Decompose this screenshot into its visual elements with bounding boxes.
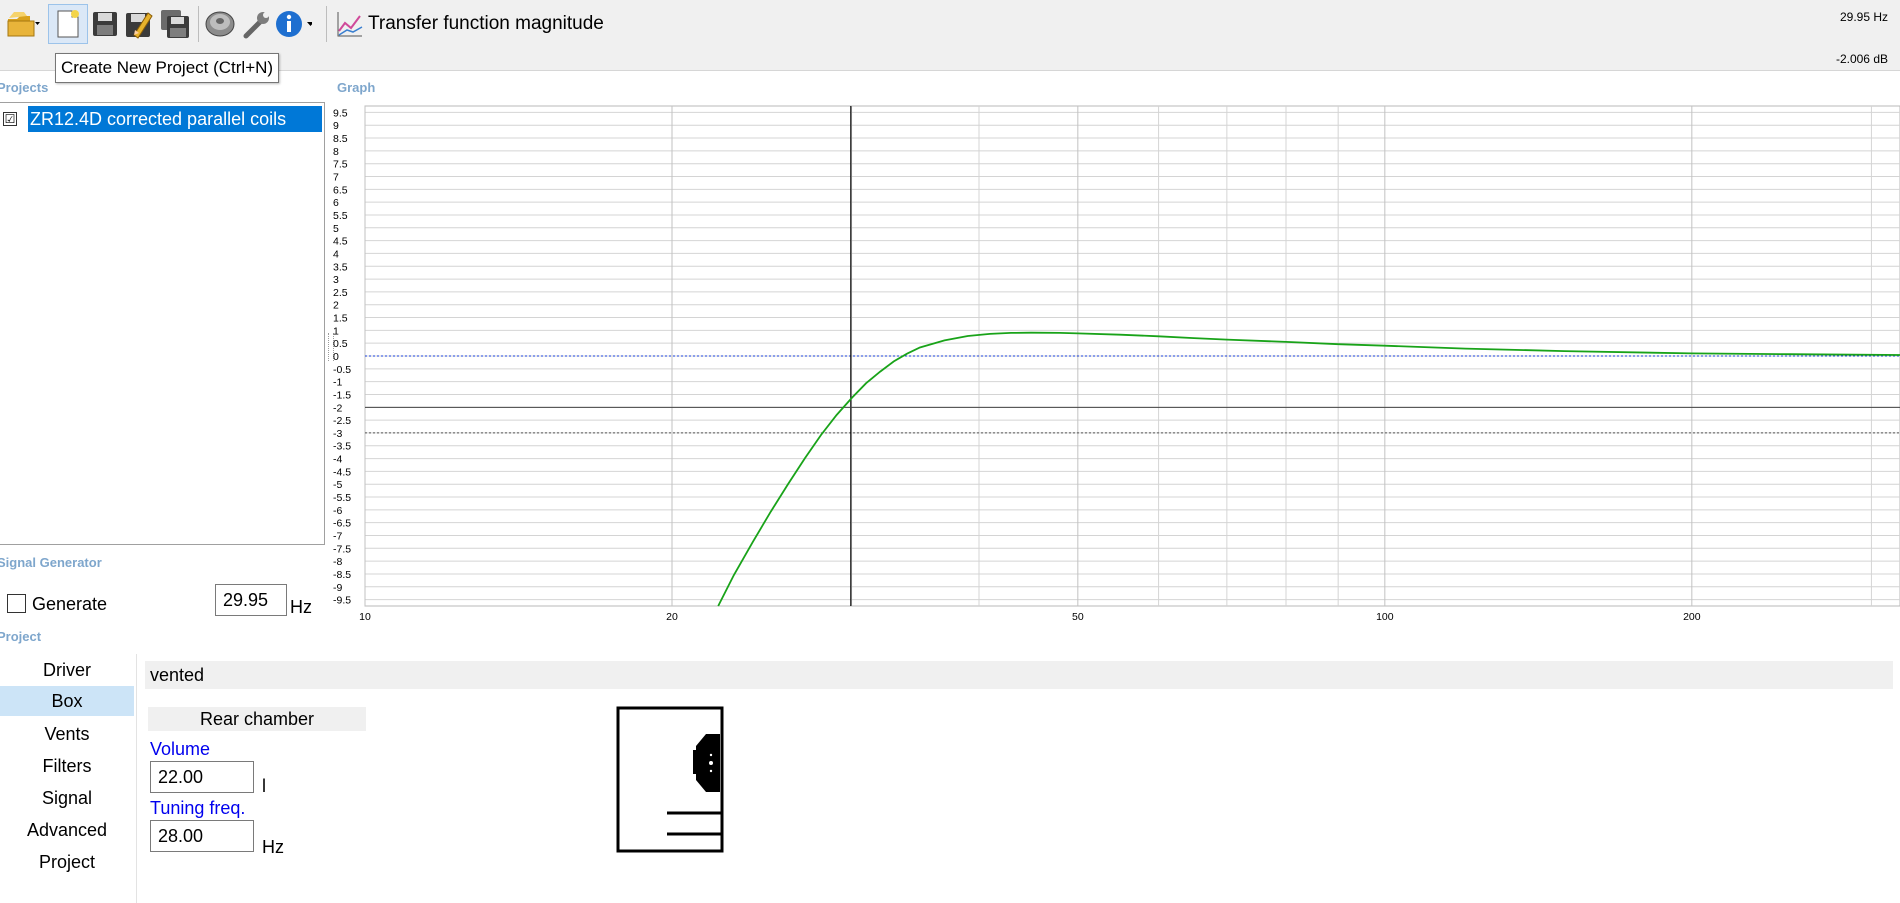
y-tick-label: 4 — [333, 248, 339, 260]
y-tick-label: 9 — [333, 120, 339, 132]
new-project-icon — [57, 10, 79, 38]
graph-chart-icon — [337, 12, 363, 37]
project-section-label: Project — [0, 629, 42, 644]
save-all-button[interactable] — [157, 5, 195, 43]
y-tick-label: -6 — [333, 505, 342, 517]
info-icon — [276, 11, 312, 37]
y-tick-label: 6.5 — [333, 184, 348, 196]
save-button[interactable] — [86, 5, 124, 43]
toolbar: Transfer function magnitude 29.95 Hz -2.… — [0, 0, 1900, 71]
project-list-item[interactable]: ZR12.4D corrected parallel coils — [28, 106, 322, 132]
y-tick-label: -9.5 — [333, 595, 351, 607]
y-tick-label: -9 — [333, 582, 342, 594]
y-tick-label: -8 — [333, 556, 342, 568]
tuning-frequency-label[interactable]: Tuning freq. — [150, 798, 245, 819]
y-tick-label: 4.5 — [333, 236, 348, 248]
y-tick-label: -7.5 — [333, 543, 351, 555]
save-as-icon — [126, 12, 153, 39]
volume-unit: l — [262, 776, 266, 796]
tuning-frequency-unit: Hz — [262, 837, 284, 857]
rear-chamber-header: Rear chamber — [148, 707, 366, 731]
view-title: Transfer function magnitude — [368, 13, 604, 34]
new-project-button[interactable] — [48, 4, 88, 44]
x-tick-label: 50 — [1072, 611, 1084, 623]
nav-project[interactable]: Project — [0, 847, 134, 877]
y-tick-label: 8 — [333, 146, 339, 158]
y-tick-label: -5 — [333, 479, 342, 491]
y-tick-label: 0 — [333, 351, 339, 363]
y-tick-label: 1 — [333, 325, 339, 337]
open-folder-icon — [7, 12, 40, 37]
y-tick-label: 5 — [333, 223, 339, 235]
y-tick-label: 5.5 — [333, 210, 348, 222]
y-tick-label: 2 — [333, 300, 339, 312]
y-tick-label: 0.5 — [333, 338, 348, 350]
settings-button[interactable] — [238, 5, 276, 43]
volume-input[interactable]: 22.00 — [150, 761, 254, 793]
transfer-function-chart[interactable]: 9.598.587.576.565.554.543.532.521.510.50… — [330, 98, 1900, 630]
nav-divider — [136, 654, 137, 903]
x-tick-label: 20 — [666, 611, 678, 623]
y-tick-label: 9.5 — [333, 107, 348, 119]
driver-button[interactable] — [201, 5, 239, 43]
y-tick-label: -1.5 — [333, 389, 351, 401]
y-tick-label: -4.5 — [333, 466, 351, 478]
cursor-frequency-readout: 29.95 Hz — [1839, 10, 1888, 24]
volume-label[interactable]: Volume — [150, 739, 210, 760]
y-tick-label: 7 — [333, 172, 339, 184]
nav-box[interactable]: Box — [0, 686, 134, 716]
settings-wrench-icon — [243, 12, 269, 39]
y-tick-label: -3 — [333, 428, 342, 440]
save-all-icon — [161, 10, 189, 38]
y-tick-label: 3 — [333, 274, 339, 286]
signal-frequency-input[interactable]: 29.95 — [215, 584, 287, 616]
open-folder-button[interactable] — [4, 5, 42, 43]
graph-view-button[interactable] — [331, 5, 369, 43]
y-tick-label: -7 — [333, 530, 342, 542]
graph-section-label: Graph — [337, 80, 376, 95]
cursor-level-readout: -2.006 dB — [1835, 52, 1888, 66]
nav-filters[interactable]: Filters — [0, 751, 134, 781]
save-as-button[interactable] — [120, 5, 158, 43]
projects-list — [0, 102, 325, 545]
y-tick-label: 6 — [333, 197, 339, 209]
tuning-frequency-input[interactable]: 28.00 — [150, 820, 254, 852]
y-tick-label: 8.5 — [333, 133, 348, 145]
nav-signal[interactable]: Signal — [0, 783, 134, 813]
y-tick-label: 2.5 — [333, 287, 348, 299]
new-project-tooltip: Create New Project (Ctrl+N) — [55, 53, 280, 83]
y-tick-label: -0.5 — [333, 364, 351, 376]
toolbar-separator — [198, 6, 199, 42]
y-tick-label: -5.5 — [333, 492, 351, 504]
generate-label: Generate — [32, 594, 108, 614]
vented-box-diagram — [616, 706, 724, 853]
x-tick-label: 100 — [1376, 611, 1394, 623]
y-tick-label: -1 — [333, 377, 342, 389]
nav-driver[interactable]: Driver — [0, 655, 134, 685]
y-tick-label: -6.5 — [333, 518, 351, 530]
y-tick-label: 3.5 — [333, 261, 348, 273]
box-type-selector[interactable]: vented — [145, 661, 1893, 689]
toolbar-separator — [326, 6, 327, 42]
info-button[interactable] — [274, 5, 312, 43]
project-visibility-checkbox[interactable]: ☑ — [3, 112, 17, 126]
nav-vents[interactable]: Vents — [0, 719, 134, 749]
y-tick-label: -4 — [333, 454, 342, 466]
y-tick-label: 1.5 — [333, 313, 348, 325]
y-tick-label: -2 — [333, 402, 342, 414]
y-tick-label: -3.5 — [333, 441, 351, 453]
x-tick-label: 200 — [1683, 611, 1701, 623]
generate-checkbox[interactable] — [7, 594, 26, 613]
signal-generator-section-label: Signal Generator — [0, 555, 102, 570]
y-tick-label: -8.5 — [333, 569, 351, 581]
signal-frequency-unit: Hz — [290, 597, 312, 617]
driver-icon — [205, 11, 235, 37]
projects-section-label: Projects — [0, 80, 49, 95]
y-tick-label: -2.5 — [333, 415, 351, 427]
nav-advanced[interactable]: Advanced — [0, 815, 134, 845]
x-tick-label: 10 — [359, 611, 371, 623]
y-tick-label: 7.5 — [333, 159, 348, 171]
save-icon — [93, 12, 117, 36]
